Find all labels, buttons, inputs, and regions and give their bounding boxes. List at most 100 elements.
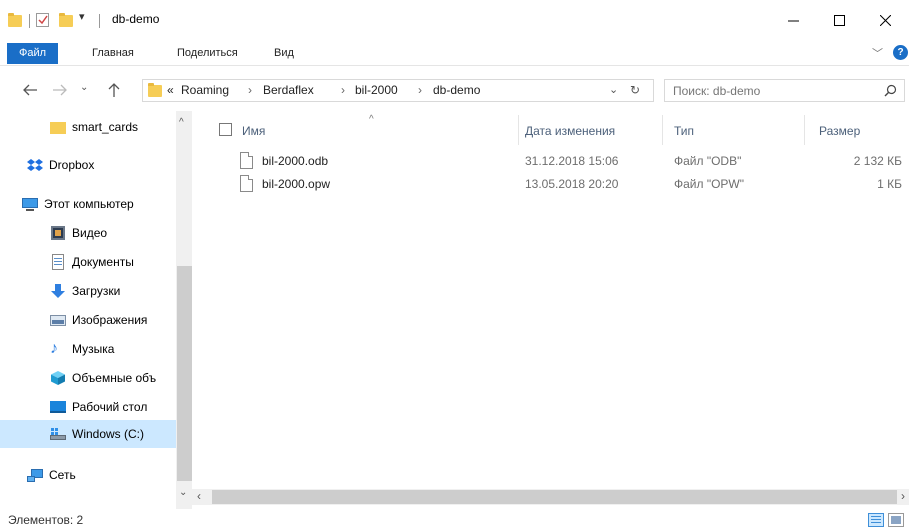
nav-item-dropbox[interactable]: Dropbox — [0, 151, 176, 179]
tab-view[interactable]: Вид — [262, 43, 306, 64]
table-row[interactable]: bil-2000.opw 13.05.2018 20:20 Файл "OPW"… — [232, 174, 902, 196]
horizontal-scroll-thumb[interactable] — [212, 490, 897, 504]
nav-item-network[interactable]: Сеть — [0, 461, 176, 489]
horizontal-scrollbar[interactable]: ‹ › — [192, 489, 909, 505]
file-list: Имя ^ Дата изменения Тип Размер bil-2000… — [192, 111, 909, 509]
ribbon: Файл Главная Поделиться Вид ﹀ ? — [0, 40, 909, 66]
nav-item-downloads[interactable]: Загрузки — [0, 277, 176, 305]
refresh-icon[interactable]: ↻ — [630, 83, 640, 97]
documents-icon — [50, 254, 66, 270]
column-divider[interactable] — [518, 115, 519, 145]
file-type: Файл "ODB" — [674, 154, 742, 168]
divider — [99, 14, 100, 28]
file-icon — [240, 152, 253, 169]
nav-item-label: Видео — [72, 226, 108, 240]
dropbox-icon — [27, 157, 43, 173]
column-header-size[interactable]: Размер — [819, 124, 860, 138]
folder-icon — [50, 119, 66, 135]
maximize-button[interactable] — [816, 0, 862, 40]
nav-scroll-thumb[interactable] — [177, 266, 192, 481]
details-view-icon[interactable] — [868, 513, 884, 527]
recent-locations-icon[interactable]: ⌄ — [80, 82, 88, 93]
music-icon: ♪ — [50, 340, 58, 357]
nav-item-label: Объемные объ — [72, 371, 157, 385]
tab-file[interactable]: Файл — [7, 43, 59, 64]
nav-item-music[interactable]: ♪ Музыка — [0, 335, 176, 363]
chevron-right-icon[interactable]: › — [341, 83, 345, 97]
drive-icon — [50, 426, 66, 442]
maximize-icon — [833, 14, 845, 26]
nav-item-label: Изображения — [72, 313, 148, 327]
3d-objects-icon — [50, 370, 66, 386]
desktop-icon — [50, 399, 66, 415]
scroll-up-icon[interactable]: ^ — [179, 117, 184, 128]
file-name: bil-2000.opw — [262, 177, 331, 191]
forward-button[interactable] — [50, 80, 70, 100]
scroll-left-icon[interactable]: ‹ — [197, 489, 201, 503]
search-input[interactable] — [673, 82, 873, 99]
file-size: 2 132 КБ — [853, 154, 902, 168]
search-box[interactable] — [664, 79, 905, 102]
item-count: Элементов: 2 — [8, 513, 84, 527]
new-folder-icon[interactable] — [59, 13, 73, 27]
column-divider[interactable] — [662, 115, 663, 145]
tab-home[interactable]: Главная — [80, 43, 146, 64]
column-header-date[interactable]: Дата изменения — [525, 124, 615, 138]
nav-item-label: Документы — [72, 255, 134, 269]
nav-item-label: Windows (C:) — [72, 427, 145, 441]
address-history-icon[interactable]: ⌄ — [609, 83, 618, 96]
address-overflow[interactable]: « — [167, 83, 174, 97]
up-arrow-icon — [108, 83, 120, 97]
minimize-button[interactable] — [770, 0, 816, 40]
downloads-icon — [50, 283, 66, 299]
scroll-down-icon[interactable]: ⌄ — [179, 487, 187, 498]
nav-item-smart-cards[interactable]: smart_cards — [0, 113, 176, 141]
nav-item-label: Сеть — [49, 468, 76, 482]
properties-icon[interactable] — [36, 13, 49, 27]
address-bar[interactable]: « Roaming › Berdaflex › bil-2000 › db-de… — [142, 79, 654, 102]
nav-item-video[interactable]: Видео — [0, 219, 176, 247]
crumb-bil-2000[interactable]: bil-2000 — [355, 83, 398, 97]
column-header-type[interactable]: Тип — [674, 124, 694, 138]
divider — [29, 14, 30, 28]
nav-item-label: smart_cards — [72, 120, 139, 134]
ribbon-expand-icon[interactable]: ﹀ — [872, 45, 883, 61]
chevron-right-icon[interactable]: › — [248, 83, 252, 97]
close-button[interactable] — [862, 0, 908, 40]
large-icons-view-icon[interactable] — [888, 513, 904, 527]
back-button[interactable] — [20, 80, 40, 100]
select-all-checkbox[interactable] — [219, 123, 232, 136]
folder-icon — [148, 83, 162, 97]
nav-item-this-pc[interactable]: Этот компьютер — [0, 190, 176, 218]
search-icon[interactable] — [884, 84, 897, 97]
crumb-db-demo[interactable]: db-demo — [433, 83, 480, 97]
nav-item-pictures[interactable]: Изображения — [0, 306, 176, 334]
sort-ascending-icon: ^ — [369, 114, 374, 125]
video-icon — [50, 225, 66, 241]
crumb-berdaflex[interactable]: Berdaflex — [263, 83, 314, 97]
file-type: Файл "OPW" — [674, 177, 745, 191]
back-arrow-icon — [23, 84, 37, 96]
nav-item-documents[interactable]: Документы — [0, 248, 176, 276]
pictures-icon — [50, 312, 66, 328]
nav-item-label: Загрузки — [72, 284, 121, 298]
table-row[interactable]: bil-2000.odb 31.12.2018 15:06 Файл "ODB"… — [232, 151, 902, 173]
network-icon — [27, 467, 43, 483]
nav-item-windows-drive[interactable]: Windows (C:) — [0, 420, 176, 448]
window-title: db-demo — [112, 12, 160, 26]
nav-item-3d-objects[interactable]: Объемные объ — [0, 364, 176, 392]
nav-item-label: Dropbox — [49, 158, 95, 172]
navigation-bar: ⌄ « Roaming › Berdaflex › bil-2000 › db-… — [0, 67, 909, 111]
chevron-right-icon[interactable]: › — [418, 83, 422, 97]
scroll-right-icon[interactable]: › — [901, 489, 905, 503]
column-header-name[interactable]: Имя — [242, 124, 265, 138]
status-bar: Элементов: 2 — [0, 509, 909, 531]
quick-access-dropdown-icon[interactable]: ▾ — [79, 10, 85, 23]
file-date: 31.12.2018 15:06 — [525, 154, 619, 168]
tab-share[interactable]: Поделиться — [165, 43, 250, 64]
column-divider[interactable] — [804, 115, 805, 145]
up-button[interactable] — [104, 80, 124, 100]
nav-item-desktop[interactable]: Рабочий стол — [0, 393, 176, 421]
crumb-roaming[interactable]: Roaming — [181, 83, 229, 97]
help-icon[interactable]: ? — [893, 45, 908, 60]
